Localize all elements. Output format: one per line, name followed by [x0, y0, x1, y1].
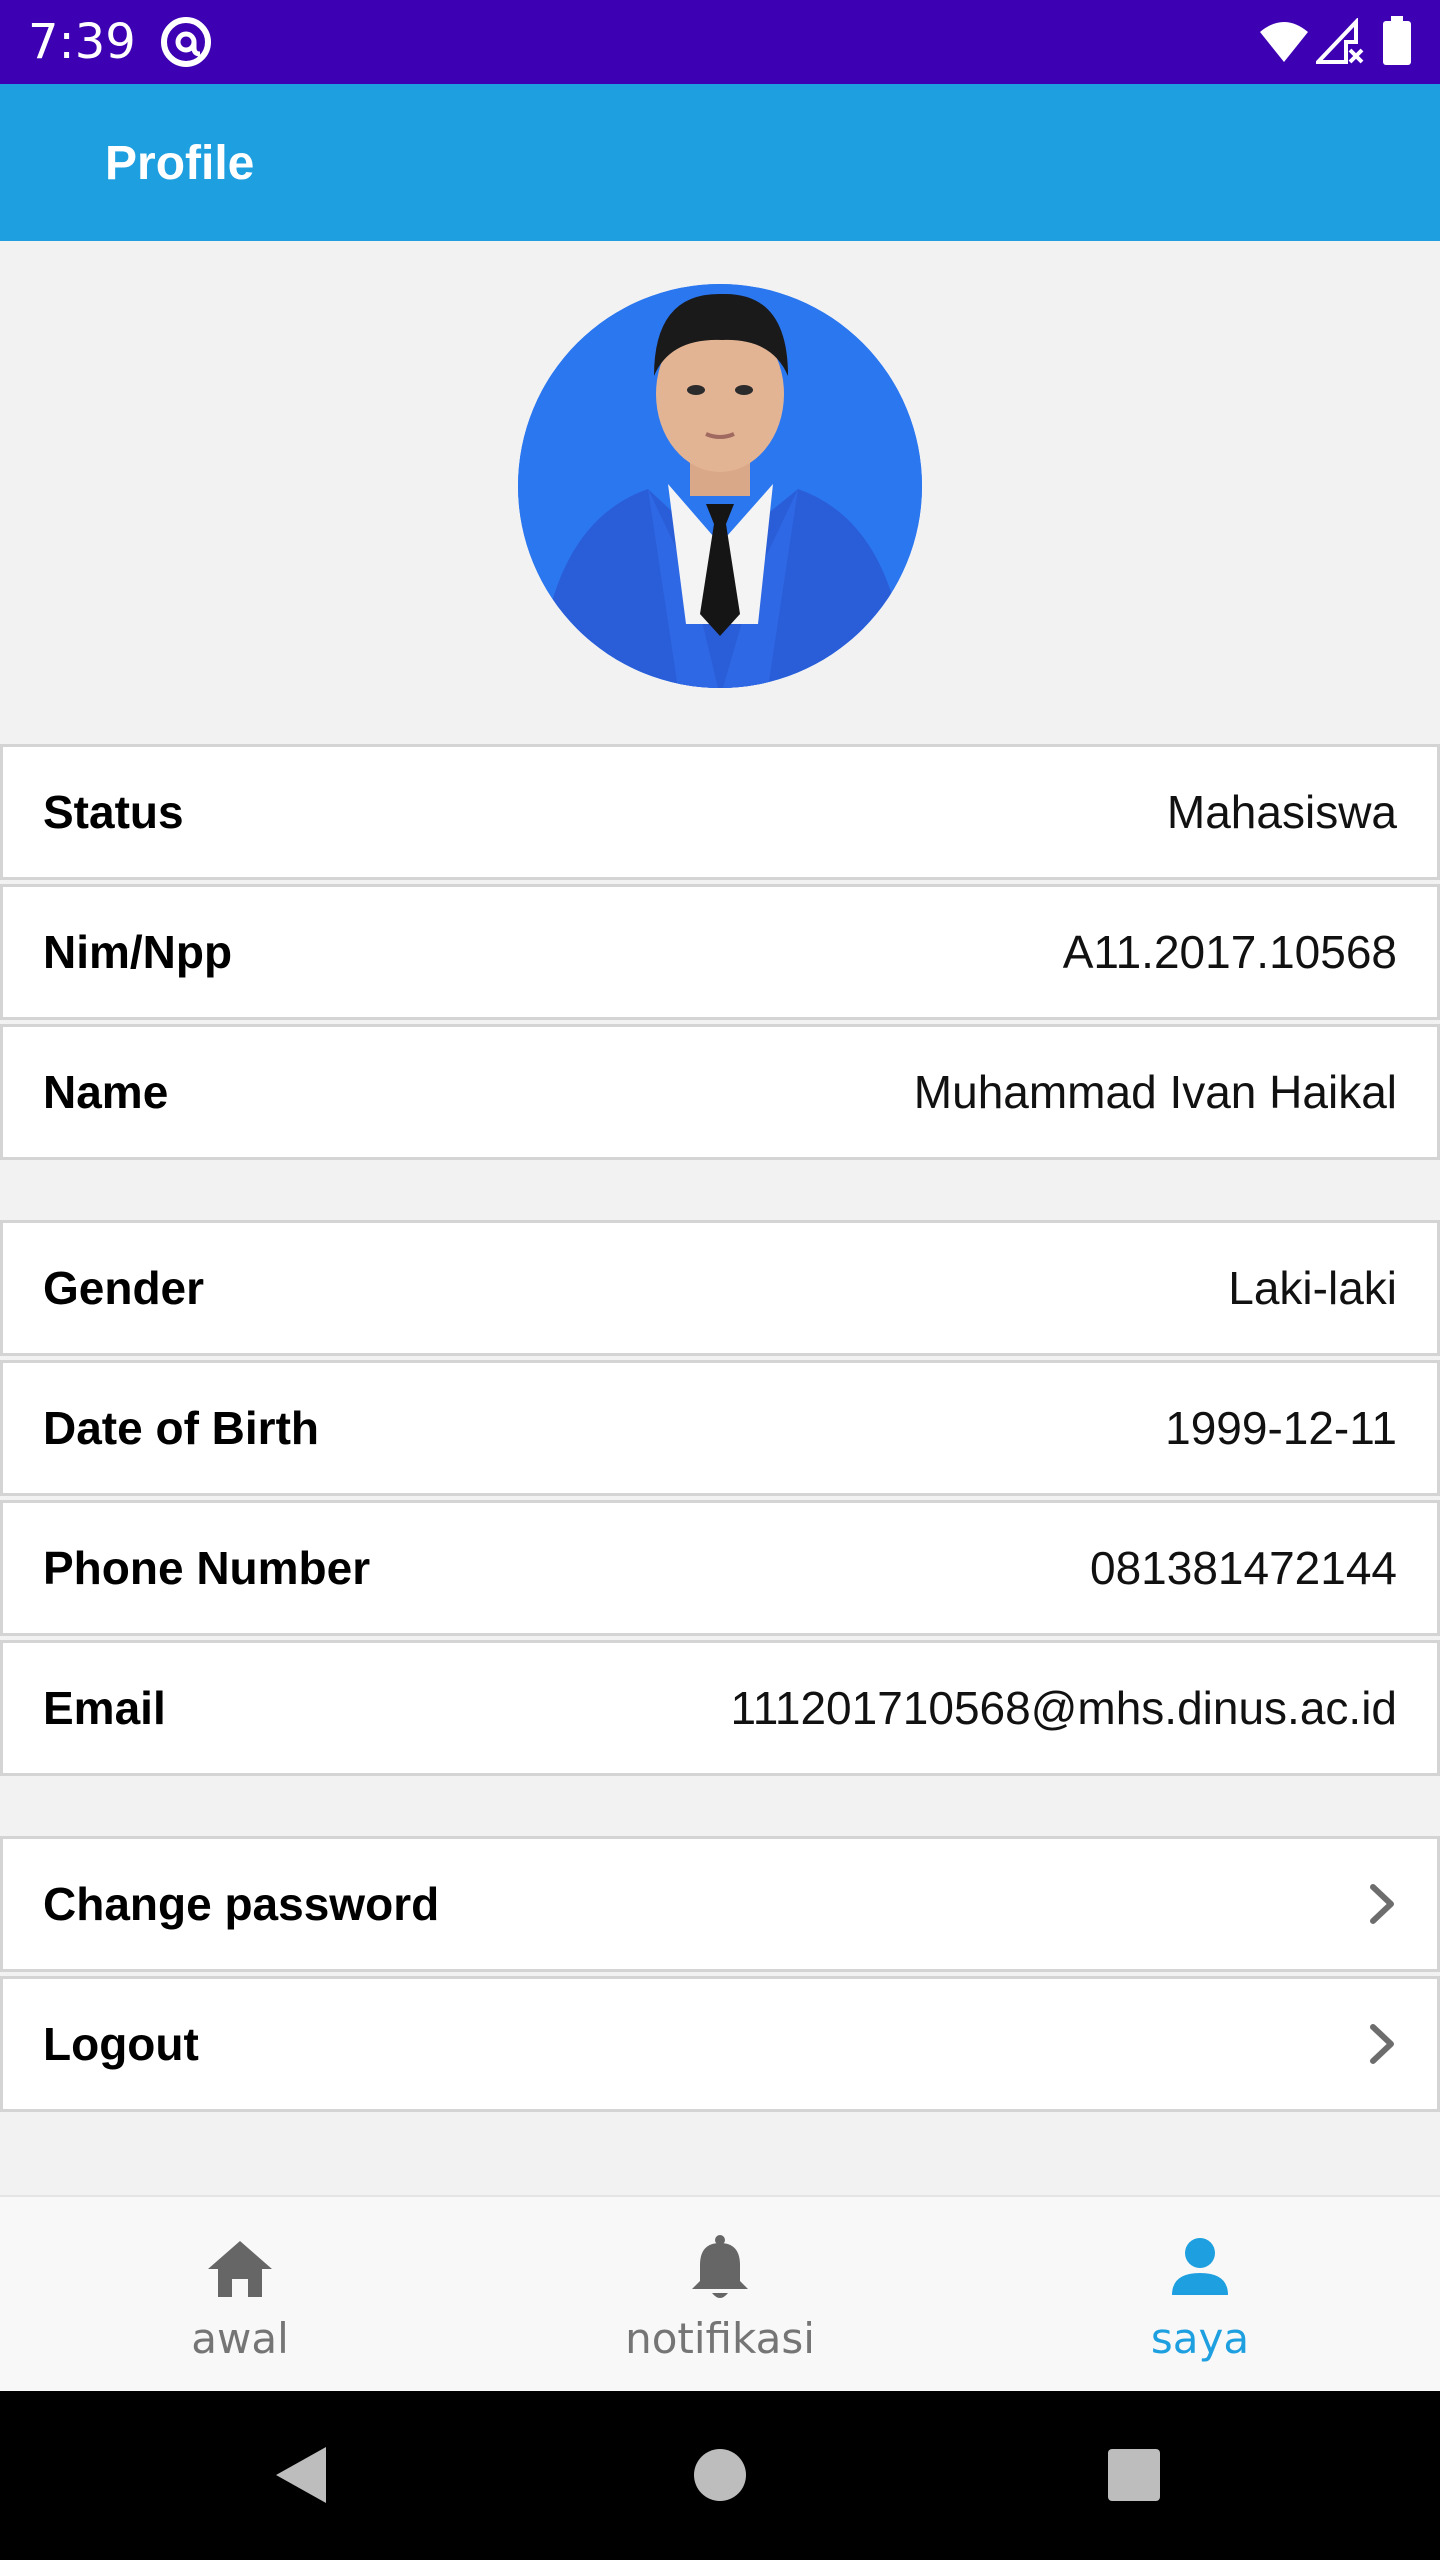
email-row: Email 111201710568@mhs.dinus.ac.id	[0, 1640, 1440, 1776]
phone-label: Phone Number	[43, 1542, 371, 1594]
logout-button[interactable]: Logout	[0, 1976, 1440, 2112]
app-bar: Profile	[0, 84, 1440, 241]
name-value: Muhammad Ivan Haikal	[913, 1066, 1397, 1118]
page-title: Profile	[105, 137, 255, 190]
system-nav-bar	[0, 2391, 1440, 2560]
phone-row: Phone Number 081381472144	[0, 1500, 1440, 1636]
nav-item-saya[interactable]: saya	[960, 2197, 1440, 2391]
dob-row: Date of Birth 1999-12-11	[0, 1360, 1440, 1496]
battery-icon	[1383, 16, 1411, 65]
profile-photo	[518, 284, 922, 688]
name-row: Name Muhammad Ivan Haikal	[0, 1024, 1440, 1160]
nav-label-awal: awal	[191, 2314, 289, 2363]
nav-label-saya: saya	[1150, 2314, 1250, 2363]
change-password-label: Change password	[43, 1878, 440, 1930]
email-label: Email	[43, 1682, 166, 1734]
identity-group: Status Mahasiswa Nim/Npp A11.2017.10568 …	[0, 744, 1440, 1164]
wifi-icon	[1260, 22, 1308, 62]
nim-value: A11.2017.10568	[1062, 926, 1397, 978]
personal-group: Gender Laki-laki Date of Birth 1999-12-1…	[0, 1220, 1440, 1780]
dob-value: 1999-12-11	[1165, 1402, 1397, 1454]
change-password-button[interactable]: Change password	[0, 1836, 1440, 1972]
nav-label-notifikasi: notifikasi	[625, 2314, 815, 2363]
status-label: Status	[43, 786, 184, 838]
person-icon	[1172, 2238, 1228, 2295]
at-sign-icon	[161, 17, 211, 67]
bell-icon	[692, 2235, 748, 2298]
status-value: Mahasiswa	[1166, 786, 1397, 838]
gender-label: Gender	[43, 1262, 205, 1314]
bottom-nav: awal notifikasi saya	[0, 2195, 1440, 2391]
status-bar: 7:39	[0, 0, 1440, 84]
status-time: 7:39	[28, 14, 136, 70]
back-icon[interactable]	[264, 2439, 336, 2511]
gender-value: Laki-laki	[1228, 1262, 1397, 1314]
logout-label: Logout	[43, 2018, 199, 2070]
avatar	[518, 284, 922, 688]
chevron-right-icon	[1370, 2024, 1394, 2064]
email-value: 111201710568@mhs.dinus.ac.id	[730, 1682, 1397, 1734]
action-group: Change password Logout	[0, 1836, 1440, 2116]
chevron-right-icon	[1370, 1884, 1394, 1924]
gender-row: Gender Laki-laki	[0, 1220, 1440, 1356]
home-button-icon[interactable]	[684, 2439, 756, 2511]
dob-label: Date of Birth	[43, 1402, 319, 1454]
recents-icon[interactable]	[1098, 2439, 1170, 2511]
nim-label: Nim/Npp	[43, 926, 233, 978]
status-row: Status Mahasiswa	[0, 744, 1440, 880]
nav-item-awal[interactable]: awal	[0, 2197, 480, 2391]
home-icon	[208, 2241, 272, 2297]
phone-value: 081381472144	[1090, 1542, 1397, 1594]
signal-icon	[1316, 18, 1364, 64]
name-label: Name	[43, 1066, 169, 1118]
nim-row: Nim/Npp A11.2017.10568	[0, 884, 1440, 1020]
nav-item-notifikasi[interactable]: notifikasi	[480, 2197, 960, 2391]
